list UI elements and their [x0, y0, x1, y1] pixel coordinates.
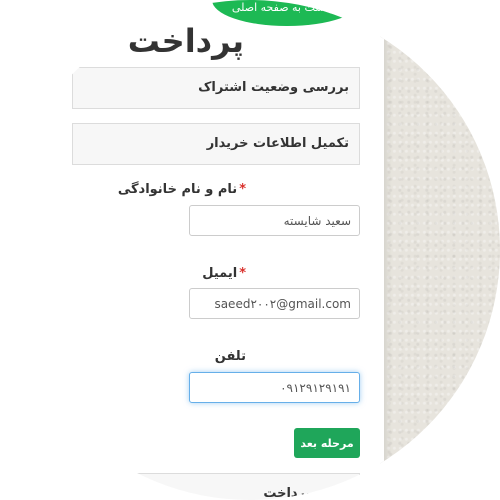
panel-buyer-info-label: تکمیل اطلاعات خریدار [206, 136, 349, 151]
checkout-page: بازگشت به صفحه اصلی پرداخت بررسی وضعیت ا… [0, 0, 384, 500]
panel-payment-method[interactable]: شیوه پرداخت [72, 473, 360, 500]
panel-subscription-status-label: بررسی وضعیت اشتراک [198, 80, 349, 95]
next-step-button[interactable]: مرحله بعد [294, 428, 360, 458]
textured-backdrop [380, 0, 500, 500]
phone-input[interactable] [189, 372, 360, 403]
required-mark: * [239, 266, 246, 281]
panel-payment-method-label: شیوه پرداخت [263, 486, 349, 500]
required-mark: * [239, 182, 246, 197]
email-label: *ایمیل [202, 266, 246, 281]
name-input[interactable] [189, 205, 360, 236]
panel-subscription-status[interactable]: بررسی وضعیت اشتراک [72, 67, 360, 109]
phone-label: تلفن [215, 349, 246, 364]
name-label-text: نام و نام خانوادگی [117, 182, 238, 197]
page-title: پرداخت [127, 22, 244, 60]
panel-buyer-info[interactable]: تکمیل اطلاعات خریدار [72, 123, 360, 165]
viewport: بازگشت به صفحه اصلی پرداخت بررسی وضعیت ا… [0, 0, 500, 500]
phone-label-text: تلفن [214, 349, 246, 364]
email-label-text: ایمیل [202, 266, 238, 281]
name-label: *نام و نام خانوادگی [118, 182, 246, 197]
email-input[interactable] [189, 288, 360, 319]
